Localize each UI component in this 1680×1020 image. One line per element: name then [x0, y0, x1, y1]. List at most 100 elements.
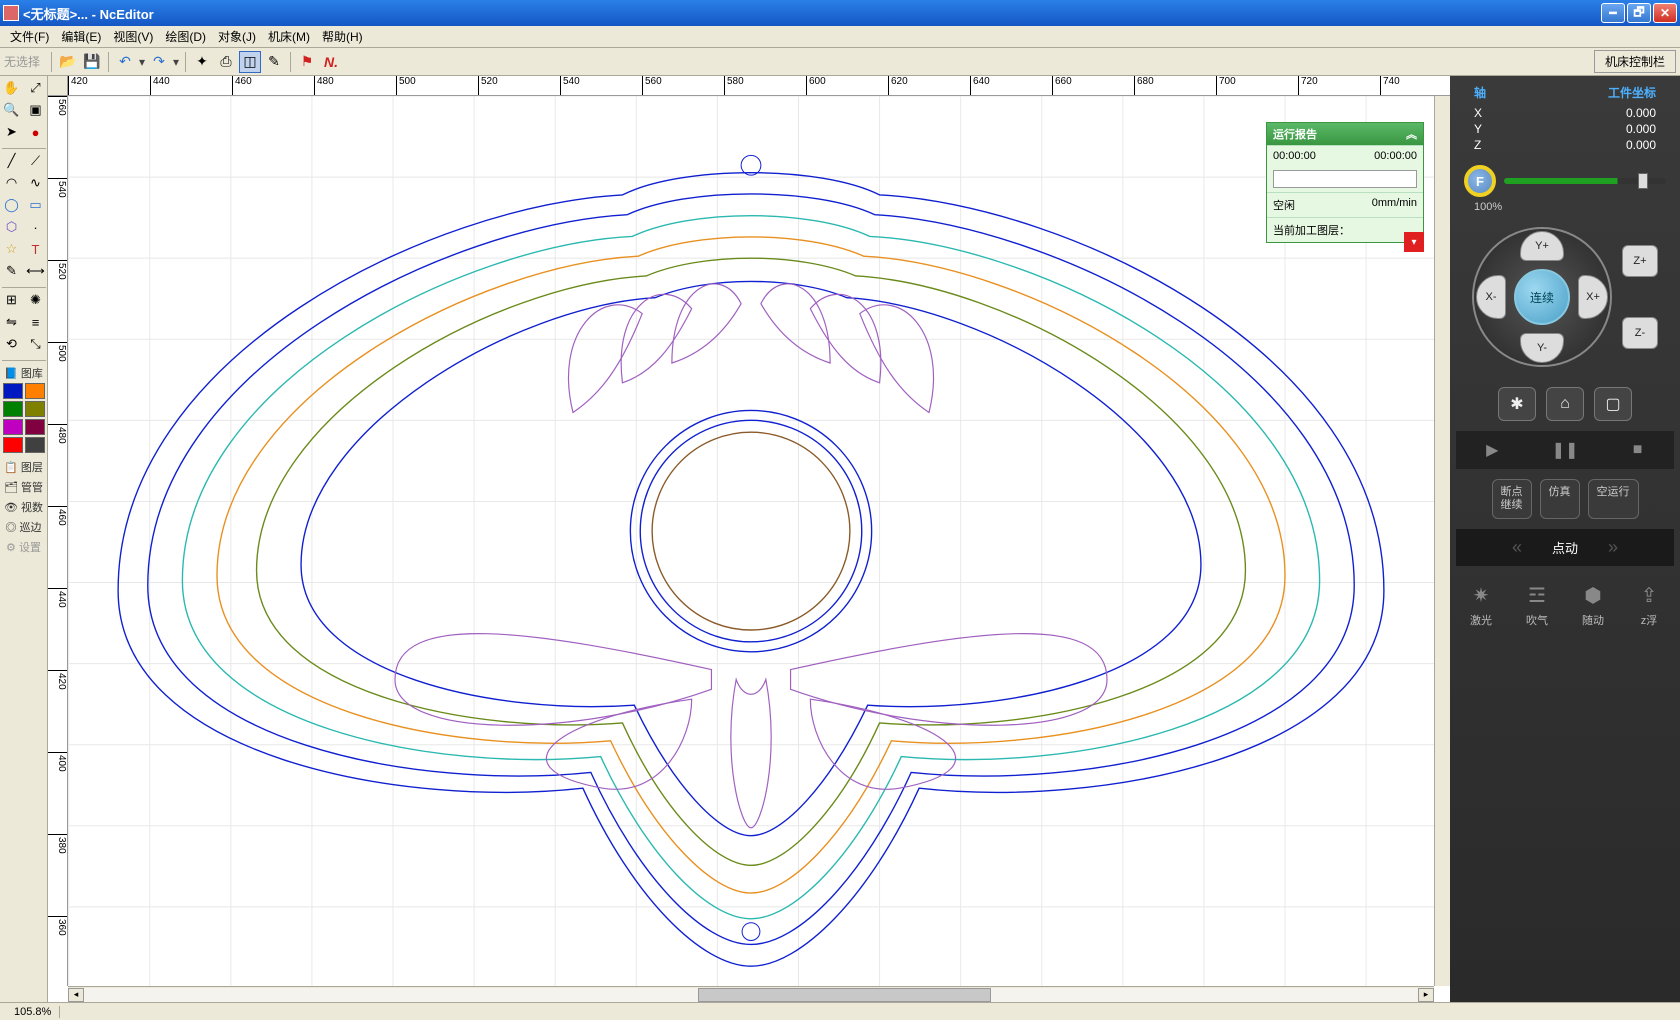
zoom-window-icon[interactable]: ▣ — [25, 100, 47, 120]
redo-dropdown[interactable]: ▾ — [172, 55, 180, 69]
resume-breakpoint-button[interactable]: 断点 继续 — [1492, 479, 1532, 519]
polygon-icon[interactable]: ⬡ — [1, 217, 23, 237]
menu-draw[interactable]: 绘图(D) — [159, 26, 212, 47]
pan-icon[interactable]: ✋ — [1, 78, 23, 98]
section-manage[interactable]: 🗂 管管 — [2, 477, 46, 497]
vertical-scrollbar[interactable] — [1434, 96, 1450, 986]
feed-slider[interactable] — [1504, 178, 1666, 184]
menu-machine[interactable]: 机床(M) — [262, 26, 316, 47]
fn-follow[interactable]: ⬢随动 — [1570, 582, 1616, 628]
redo-icon[interactable]: ↷ — [148, 51, 170, 73]
tool-b-icon[interactable]: ⎙ — [215, 51, 237, 73]
report-speed: 0mm/min — [1372, 197, 1417, 213]
drawing-canvas[interactable]: 运行报告︽ 00:00:0000:00:00 空闲0mm/min 当前加工图层：… — [68, 96, 1434, 986]
dimension-icon[interactable]: ⟷ — [25, 261, 47, 281]
report-time2: 00:00:00 — [1374, 150, 1417, 162]
rotate-icon[interactable]: ⟲ — [1, 334, 23, 354]
line-icon[interactable]: ╱ — [1, 151, 23, 171]
section-settings[interactable]: ⚙ 设置 — [2, 537, 46, 557]
home-button[interactable]: ⌂ — [1546, 387, 1584, 421]
color-swatch[interactable] — [25, 419, 45, 435]
menu-view[interactable]: 视图(V) — [107, 26, 159, 47]
play-button[interactable]: ▶ — [1478, 439, 1506, 461]
undo-icon[interactable]: ↶ — [114, 51, 136, 73]
nav-prev-icon[interactable]: « — [1512, 537, 1522, 558]
section-edge[interactable]: ◎ 巡边 — [2, 517, 46, 537]
frame-button[interactable]: ▢ — [1594, 387, 1632, 421]
text-icon[interactable]: T — [25, 239, 47, 259]
report-title: 运行报告 — [1273, 126, 1317, 142]
fn-laser[interactable]: ✷激光 — [1458, 582, 1504, 628]
origin-icon[interactable]: ● — [25, 122, 47, 142]
align-icon[interactable]: ≡ — [25, 312, 47, 332]
jog-z-plus[interactable]: Z+ — [1622, 245, 1658, 277]
stop-button[interactable]: ■ — [1624, 439, 1652, 461]
zoom-extent-icon[interactable]: ⤢ — [25, 78, 47, 98]
pause-button[interactable]: ❚❚ — [1551, 439, 1579, 461]
save-icon[interactable]: 💾 — [81, 51, 103, 73]
fn-zfloat[interactable]: ⇪z浮 — [1626, 582, 1672, 628]
ruler-vertical: 560540520500480460440420400380360 — [48, 96, 68, 986]
rect-icon[interactable]: ▭ — [25, 195, 47, 215]
scroll-thumb[interactable] — [698, 988, 991, 1002]
feed-knob[interactable]: F — [1464, 165, 1496, 197]
alert-flag-icon[interactable]: ▾ — [1404, 232, 1424, 252]
color-swatch[interactable] — [3, 419, 23, 435]
nav-next-icon[interactable]: » — [1608, 537, 1618, 558]
curve-icon[interactable]: ∿ — [25, 173, 47, 193]
menu-object[interactable]: 对象(J) — [212, 26, 262, 47]
scroll-left-icon[interactable]: ◂ — [68, 988, 84, 1002]
select-icon[interactable]: ➤ — [1, 122, 23, 142]
fn-blow[interactable]: ☲吹气 — [1514, 582, 1560, 628]
open-icon[interactable]: 📂 — [57, 51, 79, 73]
collapse-icon[interactable]: ︽ — [1406, 126, 1417, 142]
undo-dropdown[interactable]: ▾ — [138, 55, 146, 69]
section-view[interactable]: 👁 视数 — [2, 497, 46, 517]
menu-help[interactable]: 帮助(H) — [316, 26, 369, 47]
color-swatch[interactable] — [25, 383, 45, 399]
star-icon[interactable]: ☆ — [1, 239, 23, 259]
zoom-icon[interactable]: 🔍 — [1, 100, 23, 120]
ellipse-icon[interactable]: ◯ — [1, 195, 23, 215]
run-report-panel[interactable]: 运行报告︽ 00:00:0000:00:00 空闲0mm/min 当前加工图层： — [1266, 122, 1424, 243]
flag-icon[interactable]: ⚑ — [296, 51, 318, 73]
dry-run-button[interactable]: 空运行 — [1588, 479, 1639, 519]
snap-icon[interactable]: ◫ — [239, 51, 261, 73]
section-layer[interactable]: 📋 图层 — [2, 457, 46, 477]
scroll-right-icon[interactable]: ▸ — [1418, 988, 1434, 1002]
feed-slider-thumb[interactable] — [1638, 173, 1648, 189]
section-library[interactable]: 📘 图库 — [2, 363, 46, 383]
point-icon[interactable]: · — [25, 217, 47, 237]
tool-a-icon[interactable]: ✦ — [191, 51, 213, 73]
coord-header: 工件坐标 — [1608, 84, 1656, 101]
zoom-level[interactable]: 105.8% — [6, 1006, 60, 1018]
color-swatch[interactable] — [25, 401, 45, 417]
arc-icon[interactable]: ◠ — [1, 173, 23, 193]
jog-mode-button[interactable]: 连续 — [1514, 269, 1570, 325]
machine-panel-toggle[interactable]: 机床控制栏 — [1594, 50, 1676, 73]
color-swatch[interactable] — [25, 437, 45, 453]
menu-edit[interactable]: 编辑(E) — [55, 26, 107, 47]
locate-button[interactable]: ✱ — [1498, 387, 1536, 421]
explode-icon[interactable]: ✺ — [25, 290, 47, 310]
scale-icon[interactable]: ⤡ — [25, 334, 47, 354]
pencil-icon[interactable]: ✎ — [263, 51, 285, 73]
color-swatch[interactable] — [3, 383, 23, 399]
maximize-button[interactable]: 🗗 — [1627, 3, 1651, 23]
simulate-button[interactable]: 仿真 — [1540, 479, 1580, 519]
horizontal-scrollbar[interactable]: ◂ ▸ — [68, 986, 1434, 1002]
array-icon[interactable]: ⊞ — [1, 290, 23, 310]
close-button[interactable]: ✕ — [1653, 3, 1677, 23]
menu-file[interactable]: 文件(F) — [4, 26, 55, 47]
edit-node-icon[interactable]: ✎ — [1, 261, 23, 281]
axis-z-value: 0.000 — [1626, 138, 1656, 152]
axis-header: 轴 — [1474, 84, 1486, 101]
color-swatch[interactable] — [3, 437, 23, 453]
ruler-horizontal: 4204404604805005205405605806006206406606… — [68, 76, 1450, 96]
minimize-button[interactable]: ━ — [1601, 3, 1625, 23]
mirror-icon[interactable]: ⇋ — [1, 312, 23, 332]
jog-z-minus[interactable]: Z- — [1622, 317, 1658, 349]
polyline-icon[interactable]: ⟋ — [25, 151, 47, 171]
color-swatch[interactable] — [3, 401, 23, 417]
n-icon[interactable]: N. — [320, 51, 342, 73]
